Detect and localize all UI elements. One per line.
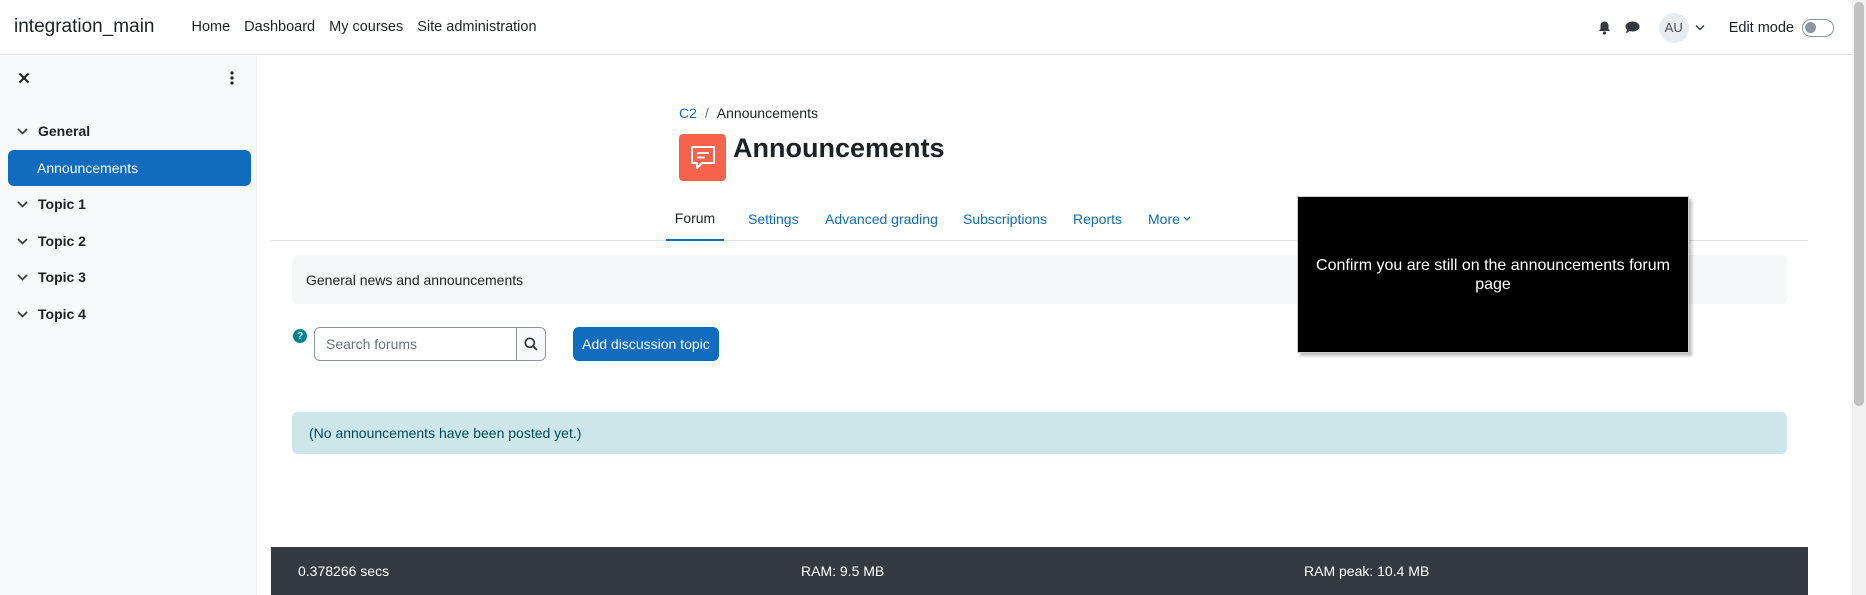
tab-reports[interactable]: Reports [1073, 196, 1122, 241]
section-label: Topic 2 [38, 233, 86, 249]
section-topic-1[interactable]: Topic 1 [0, 189, 257, 219]
overlay-message: Confirm you are still on the announcemen… [1316, 256, 1670, 293]
activity-label: Announcements [37, 160, 139, 176]
chevron-down-icon[interactable] [16, 125, 28, 137]
footer-time: 0.378266 secs [298, 563, 390, 579]
nav-dashboard[interactable]: Dashboard [237, 19, 322, 35]
performance-footer: 0.378266 secs RAM: 9.5 MB RAM peak: 10.4… [271, 547, 1808, 595]
tab-forum[interactable]: Forum [666, 196, 724, 241]
chevron-down-icon[interactable] [16, 308, 28, 320]
add-discussion-topic-button[interactable]: Add discussion topic [573, 327, 719, 361]
tab-more-label: More [1148, 210, 1180, 227]
footer-ram-peak: RAM peak: 10.4 MB [1304, 563, 1430, 579]
section-topic-3[interactable]: Topic 3 [0, 262, 257, 292]
tab-subscriptions[interactable]: Subscriptions [963, 196, 1047, 241]
chevron-down-icon[interactable] [16, 271, 28, 283]
section-topic-4[interactable]: Topic 4 [0, 299, 257, 329]
page-scrollbar[interactable] [1852, 0, 1866, 595]
scrollbar-thumb[interactable] [1854, 2, 1864, 406]
section-label: General [38, 123, 91, 139]
footer-ram: RAM: 9.5 MB [801, 563, 885, 579]
primary-navigation: Home Dashboard My courses Site administr… [184, 19, 543, 35]
chat-bubble-icon[interactable] [1619, 14, 1647, 42]
section-label: Topic 4 [38, 306, 86, 322]
edit-mode-toggle[interactable] [1802, 18, 1834, 37]
close-icon[interactable] [14, 68, 34, 88]
chevron-down-icon [1183, 216, 1191, 221]
breadcrumb-current: Announcements [716, 105, 818, 121]
kebab-menu-icon[interactable] [222, 68, 242, 88]
bell-icon[interactable] [1591, 14, 1619, 42]
search-input[interactable] [314, 327, 516, 361]
breadcrumb-course-link[interactable]: C2 [679, 105, 697, 121]
empty-notice-text: (No announcements have been posted yet.) [309, 425, 582, 441]
nav-home[interactable]: Home [184, 19, 237, 35]
search-button[interactable] [516, 327, 546, 361]
nav-my-courses[interactable]: My courses [322, 19, 410, 35]
toggle-knob [1805, 21, 1816, 33]
empty-notice: (No announcements have been posted yet.) [292, 412, 1787, 454]
section-general[interactable]: General [0, 116, 257, 146]
page-title: Announcements [733, 133, 945, 163]
chevron-down-icon[interactable] [1695, 22, 1707, 34]
nav-site-administration[interactable]: Site administration [410, 19, 543, 35]
edit-mode-label: Edit mode [1728, 19, 1794, 36]
help-icon[interactable]: ? [293, 329, 307, 343]
tab-settings[interactable]: Settings [748, 196, 799, 241]
section-topic-2[interactable]: Topic 2 [0, 226, 257, 256]
section-label: Topic 1 [38, 196, 86, 212]
forum-icon [679, 134, 726, 181]
activity-item-announcements[interactable]: Announcements [8, 150, 251, 186]
breadcrumb: C2 / Announcements [679, 105, 818, 121]
breadcrumb-separator: / [704, 105, 709, 121]
top-navbar: integration_main Home Dashboard My cours… [0, 0, 1852, 55]
course-index-drawer: General Announcements Topic 1 Topic 2 To… [0, 56, 257, 595]
search-icon [524, 337, 538, 351]
section-label: Topic 3 [38, 269, 86, 285]
tab-more[interactable]: More [1148, 196, 1191, 241]
site-brand[interactable]: integration_main [14, 16, 154, 38]
forum-search [314, 327, 546, 361]
instruction-overlay: Confirm you are still on the announcemen… [1297, 196, 1689, 353]
navbar-user-area: AU Edit mode [1591, 0, 1834, 55]
chevron-down-icon[interactable] [16, 235, 28, 247]
chevron-down-icon[interactable] [16, 198, 28, 210]
tab-advanced-grading[interactable]: Advanced grading [825, 196, 938, 241]
user-avatar[interactable]: AU [1658, 12, 1689, 43]
forum-intro-text: General news and announcements [306, 271, 524, 288]
